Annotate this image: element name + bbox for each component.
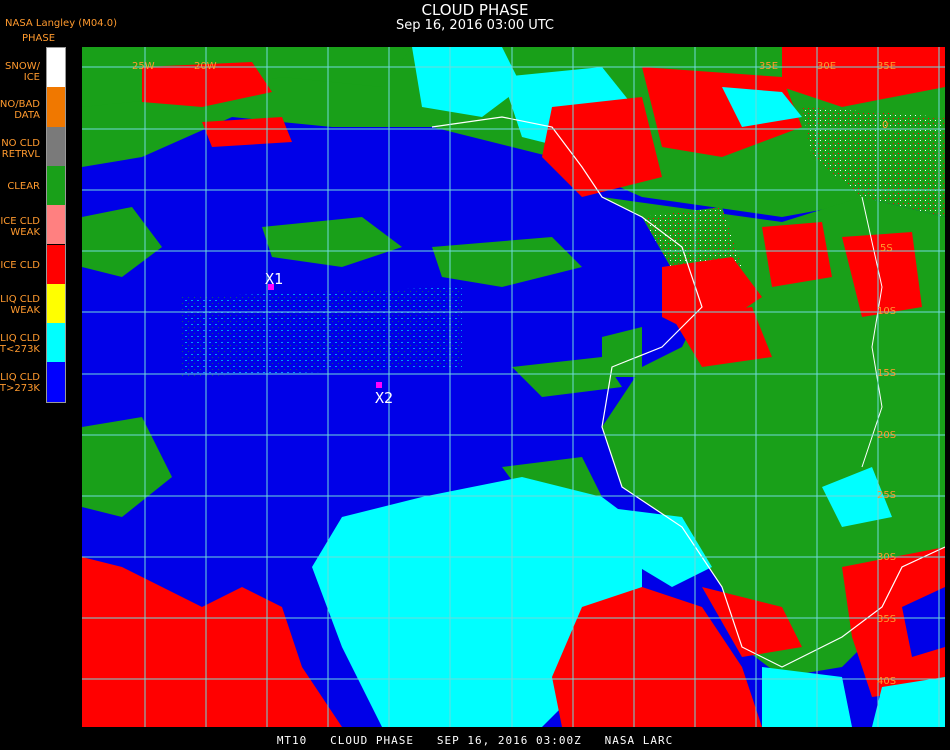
legend-title: PHASE [22,33,56,44]
map-title: CLOUD PHASE [421,1,529,19]
legend-swatch-no-bad-data [47,87,65,127]
lat-label-40s: 40S [877,676,896,687]
marker-x1-label: X1 [265,270,283,288]
legend-label-liq-cld-weak: LIQ CLD WEAK [0,294,40,316]
legend-label-no-cld-retrvl: NO CLD RETRVL [1,138,40,160]
marker-x2-point[interactable] [376,382,382,388]
lon-label-25w: 25W [132,61,155,72]
lat-label-15s: 15S [877,368,896,379]
lon-label-20w: 20W [194,61,217,72]
legend-label-ice-cld: ICE CLD [0,260,40,271]
legend-swatch-ice-cld [47,244,65,284]
legend-swatch-liq-cld-cold [47,323,65,363]
lon-label-30e: 30E [817,61,836,72]
map-image: 25W 20W 35E 30E 35E 0 5S 10S 15S 20S 25S… [82,47,945,727]
legend-label-clear: CLEAR [7,181,40,192]
legend-swatch-liq-cld-warm [47,362,65,402]
legend-swatch-ice-cld-weak [47,205,65,245]
legend-label-no-bad-data: NO/BAD DATA [0,99,40,121]
cloud-phase-map: 25W 20W 35E 30E 35E 0 5S 10S 15S 20S 25S… [82,47,945,727]
footer-caption: MT10 CLOUD PHASE SEP 16, 2016 03:00Z NAS… [276,734,674,747]
legend-swatch-liq-cld-weak [47,283,65,324]
legend-swatch-snow-ice [47,48,65,88]
legend-swatch-no-cld-retrvl [47,126,65,166]
lon-label-35e-a: 35E [759,61,778,72]
legend-label-ice-cld-weak: ICE CLD WEAK [0,216,40,238]
marker-x2-label: X2 [375,389,393,407]
lat-label-35s: 35S [877,614,896,625]
legend-label-snow-ice: SNOW/ ICE [5,61,40,83]
lon-label-35e-b: 35E [877,61,896,72]
phase-legend [46,47,66,403]
legend-swatch-clear [47,165,65,206]
lat-label-30s: 30S [877,552,896,563]
credit-label: NASA Langley (M04.0) [5,18,117,29]
legend-label-liq-cld-cold: LIQ CLD T<273K [0,333,40,355]
lat-label-20s: 20S [877,430,896,441]
map-datetime: Sep 16, 2016 03:00 UTC [395,18,555,33]
lat-label-0: 0 [882,120,888,131]
lat-label-25s: 25S [877,490,896,501]
lat-label-10s: 10S [877,306,896,317]
legend-label-liq-cld-warm: LIQ CLD T>273K [0,372,40,394]
lat-label-5s: 5S [880,243,893,254]
